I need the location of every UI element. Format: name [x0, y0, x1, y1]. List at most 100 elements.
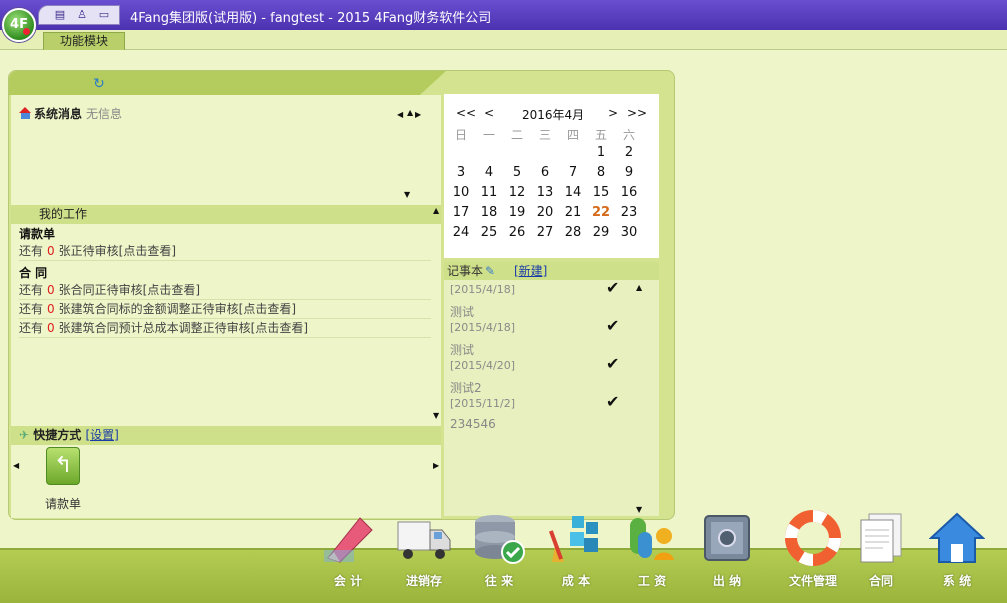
calendar-next-month[interactable]: > — [608, 106, 618, 120]
arrow-left-icon[interactable]: ◀ — [397, 111, 403, 119]
calendar-day[interactable]: 15 — [587, 185, 615, 200]
user-icon[interactable]: ♙ — [74, 9, 90, 21]
shortcut-title: ✈ 快捷方式 [设置] — [19, 428, 119, 442]
chat-icon[interactable]: ▭ — [96, 9, 112, 21]
calendar-day[interactable]: 7 — [559, 165, 587, 180]
calendar-day[interactable]: 17 — [447, 205, 475, 220]
shortcut-label: 请款单 — [44, 497, 81, 511]
database-icon — [471, 510, 527, 566]
calendar-next-year[interactable]: >> — [627, 106, 647, 120]
note-text[interactable]: 测试2 — [450, 379, 482, 396]
calendar-weekday: 一 — [482, 128, 495, 142]
panel-header — [9, 71, 446, 95]
toolbar-label: 合同 — [868, 574, 893, 588]
calendar-day[interactable]: 22 — [587, 205, 615, 220]
calendar-prev-month[interactable]: < — [484, 106, 494, 120]
toolbar-lifebuoy-button[interactable]: 文件管理 — [778, 510, 848, 590]
refresh-icon[interactable]: ↻ — [91, 76, 107, 92]
notepad-icon: ✎ — [485, 264, 496, 278]
shortcut-settings-link[interactable]: [设置] — [85, 428, 118, 442]
calendar-day[interactable]: 20 — [531, 205, 559, 220]
calendar-prev-year[interactable]: << — [456, 106, 476, 120]
calendar-day[interactable]: 9 — [615, 165, 643, 180]
calendar-day[interactable]: 5 — [503, 165, 531, 180]
calendar-day[interactable]: 27 — [531, 225, 559, 240]
calendar-day[interactable]: 6 — [531, 165, 559, 180]
toolbar-label: 成 本 — [561, 574, 591, 588]
calendar-day[interactable]: 29 — [587, 225, 615, 240]
calendar-day[interactable]: 18 — [475, 205, 503, 220]
note-text[interactable]: 测试 — [450, 303, 474, 320]
calendar-weekday: 四 — [566, 128, 579, 142]
check-icon[interactable]: ✔ — [606, 356, 619, 372]
calendar-day[interactable]: 25 — [475, 225, 503, 240]
calendar-day[interactable]: 24 — [447, 225, 475, 240]
toolbar-truck-button[interactable]: 进销存 — [389, 510, 459, 590]
check-icon[interactable]: ✔ — [606, 280, 619, 296]
toolbar-safe-button[interactable]: 出 纳 — [692, 510, 762, 590]
calendar-day[interactable]: 14 — [559, 185, 587, 200]
work-item[interactable]: 还有 0 张正待审核[点击查看] — [19, 242, 431, 261]
toolbar-label: 会 计 — [333, 574, 363, 588]
calendar-day[interactable]: 21 — [559, 205, 587, 220]
work-group-heading: 合 同 — [19, 266, 48, 280]
arrow-right-icon[interactable]: ▶ — [415, 111, 421, 119]
calendar-day[interactable]: 16 — [615, 185, 643, 200]
scroll-up-icon[interactable]: ▲ — [636, 284, 642, 292]
note-date: [2015/4/18] — [450, 321, 515, 334]
calendar-day[interactable]: 2 — [615, 145, 643, 160]
shortcut-right-icon[interactable]: ▶ — [433, 462, 439, 470]
calendar-weekday: 六 — [622, 128, 635, 142]
toolbar-label: 文件管理 — [788, 574, 837, 588]
calendar-day[interactable]: 23 — [615, 205, 643, 220]
toolbar-label: 往 来 — [484, 574, 514, 588]
calendar-month: 2016年4月 — [522, 108, 585, 122]
calendar-weekday: 日 — [454, 128, 467, 142]
toolbar-documents-button[interactable]: 合同 — [846, 510, 916, 590]
notes-new-link[interactable]: [新建] — [514, 262, 547, 280]
calendar-day[interactable]: 12 — [503, 185, 531, 200]
check-icon[interactable]: ✔ — [606, 394, 619, 410]
left-column: 系统消息 无信息 ◀ ▲ ▶ ▼ 我的工作 ▲ 请款单 还有 0 张正待审核[点击查看… — [11, 95, 441, 518]
toolbar-database-button[interactable]: 往 来 — [464, 510, 534, 590]
shortcut-left-icon[interactable]: ◀ — [13, 462, 19, 470]
toolbar-pencil-button[interactable]: 会 计 — [313, 510, 383, 590]
cubes-icon — [548, 510, 604, 566]
calendar-day[interactable]: 19 — [503, 205, 531, 220]
pencil-icon — [320, 510, 376, 566]
notes-list: [2015/4/18] ✔ 测试 [2015/4/18] ✔ 测试 [2015/4/20] ✔… — [444, 280, 659, 516]
message-title: 系统消息 无信息 — [19, 105, 122, 122]
calendar-day[interactable]: 13 — [531, 185, 559, 200]
toolbar-house-button[interactable]: 系 统 — [922, 510, 992, 590]
toolbar-money-button[interactable]: 工 资 — [617, 510, 687, 590]
scroll-down-icon[interactable]: ▼ — [404, 191, 410, 199]
shortcut-header: ✈ 快捷方式 [设置] — [11, 426, 441, 445]
book-icon[interactable]: ▤ — [52, 9, 68, 21]
toolbar-label: 出 纳 — [712, 574, 742, 588]
note-text[interactable]: 234546 — [450, 417, 496, 431]
calendar-day[interactable]: 4 — [475, 165, 503, 180]
calendar-day[interactable]: 30 — [615, 225, 643, 240]
scroll-up-icon[interactable]: ▲ — [433, 207, 439, 215]
note-text[interactable]: 测试 — [450, 341, 474, 358]
scroll-down-icon[interactable]: ▼ — [433, 412, 439, 420]
arrow-up-icon[interactable]: ▲ — [407, 109, 413, 117]
calendar-day[interactable]: 26 — [503, 225, 531, 240]
calendar-weekday: 五 — [594, 128, 607, 142]
calendar-day[interactable]: 1 — [587, 145, 615, 160]
shortcut-item[interactable]: 请款单 — [33, 447, 93, 513]
calendar-day[interactable]: 10 — [447, 185, 475, 200]
calendar-day[interactable]: 3 — [447, 165, 475, 180]
window-title: 4Fang集团版(试用版) - fangtest - 2015 4Fang财务软… — [130, 11, 492, 26]
work-item[interactable]: 还有 0 张合同正待审核[点击查看] — [19, 281, 431, 300]
tab-modules[interactable]: 功能模块 — [43, 32, 125, 50]
calendar-day[interactable]: 8 — [587, 165, 615, 180]
toolbar-cubes-button[interactable]: 成 本 — [541, 510, 611, 590]
check-icon[interactable]: ✔ — [606, 318, 619, 334]
work-item[interactable]: 还有 0 张建筑合同预计总成本调整正待审核[点击查看] — [19, 319, 431, 338]
calendar-day[interactable]: 11 — [475, 185, 503, 200]
work-item[interactable]: 还有 0 张建筑合同标的金额调整正待审核[点击查看] — [19, 300, 431, 319]
calendar: << < 2016年4月 > >> 日一二三四五六 1 2 3 4 5 6 7 8 9 10 11 12… — [444, 94, 659, 258]
calendar-day[interactable]: 28 — [559, 225, 587, 240]
app-logo: 4F — [2, 8, 36, 42]
